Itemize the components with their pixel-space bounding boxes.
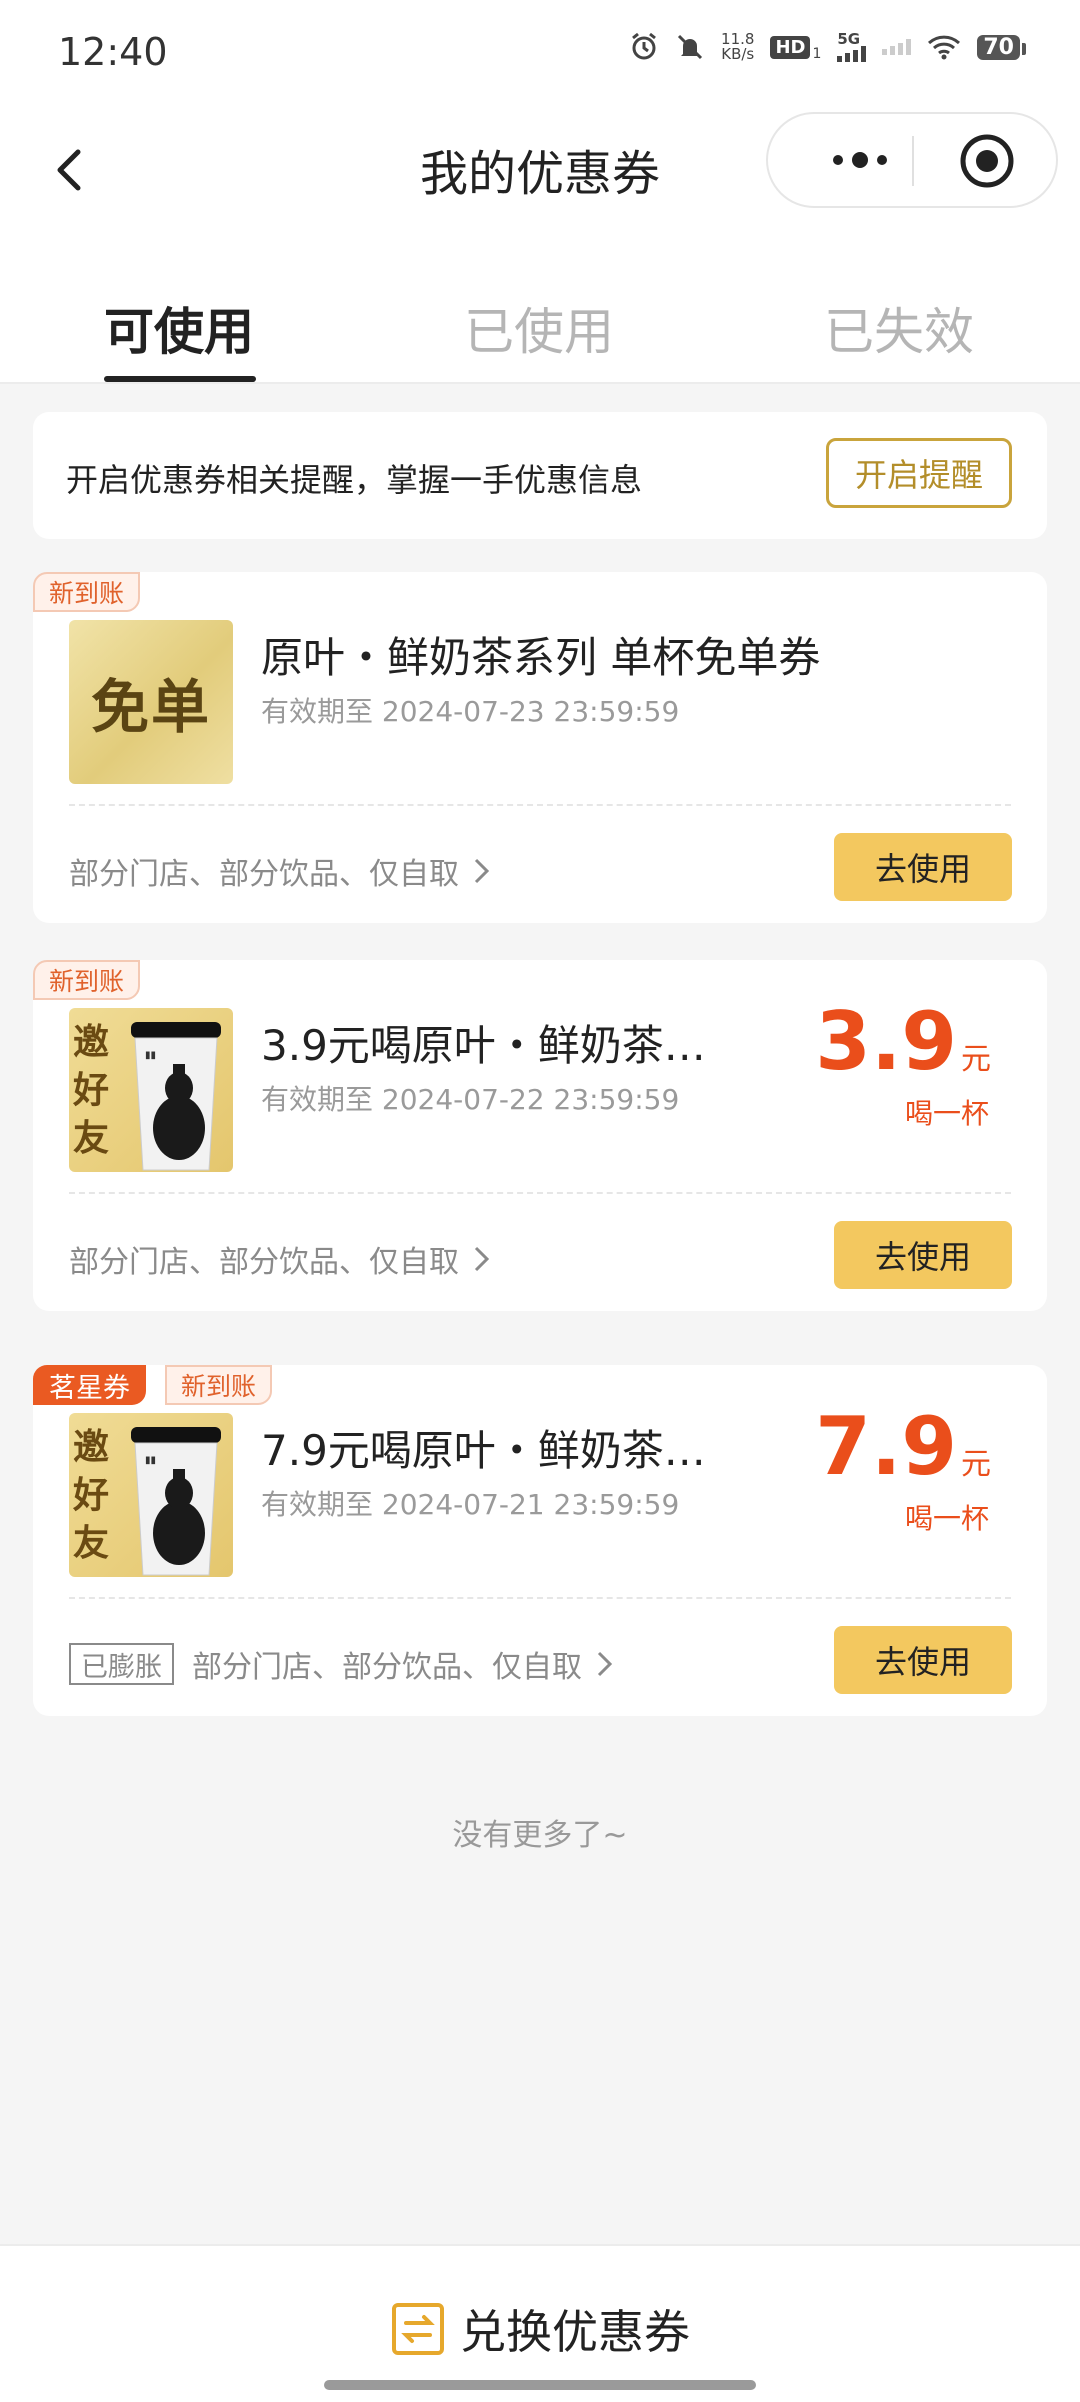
- coupon-price: 7.9 元: [815, 1407, 991, 1487]
- tab-active-indicator: [104, 376, 256, 382]
- price-description: 喝一杯: [904, 1097, 989, 1130]
- coupon-tabs: 可使用 已使用 已失效: [0, 270, 1080, 384]
- tab-used[interactable]: 已使用: [464, 292, 614, 364]
- reminder-banner: 开启优惠券相关提醒，掌握一手优惠信息 开启提醒: [33, 412, 1047, 539]
- enable-reminder-button[interactable]: 开启提醒: [826, 438, 1012, 508]
- thumbnail-text: 邀好友: [73, 1021, 110, 1159]
- status-bar: 12:40 11.8 KB/s HD 1 5G 70: [0, 0, 1080, 110]
- mute-bell-icon: [677, 34, 703, 60]
- svg-text:▮▮: ▮▮: [145, 1050, 156, 1061]
- scope-text: 部分门店、部分饮品、仅自取: [69, 1245, 459, 1280]
- wifi-icon: [928, 35, 961, 60]
- use-coupon-button[interactable]: 去使用: [834, 1221, 1012, 1289]
- coupon-price: 3.9 元: [815, 1002, 991, 1082]
- coupon-scope[interactable]: 部分门店、部分饮品、仅自取: [69, 849, 491, 893]
- chevron-right-icon: [474, 858, 490, 884]
- price-unit: 元: [961, 1447, 991, 1482]
- status-icons: 11.8 KB/s HD 1 5G 70: [629, 30, 1026, 62]
- price-description: 喝一杯: [904, 1502, 989, 1535]
- tab-usable[interactable]: 可使用: [104, 292, 254, 364]
- new-arrival-tag: 新到账: [33, 572, 141, 612]
- milk-tea-cup-image: ▮▮: [131, 1022, 221, 1171]
- coupon-thumbnail: 邀好友 ▮▮: [69, 1413, 233, 1577]
- net-speed-unit: KB/s: [721, 45, 755, 63]
- close-miniprogram-icon[interactable]: [958, 132, 1016, 190]
- hd-icon: HD: [770, 35, 811, 59]
- signal-label: 5G: [837, 30, 861, 48]
- redeem-label: 兑换优惠券: [460, 2305, 690, 2359]
- coupon-expire: 有效期至 2024-07-21 23:59:59: [261, 1488, 680, 1521]
- reminder-text: 开启优惠券相关提醒，掌握一手优惠信息: [66, 461, 643, 499]
- coupon-card[interactable]: 新到账 茗星券 邀好友 ▮▮ 7.9元喝原叶・鲜奶茶… 有效期至 2024-07…: [33, 1365, 1047, 1716]
- chevron-right-icon: [474, 1246, 490, 1272]
- milk-tea-cup-image: ▮▮: [131, 1427, 221, 1576]
- coupon-card[interactable]: 新到账 免单 原叶・鲜奶茶系列 单杯免单券 有效期至 2024-07-23 23…: [33, 572, 1047, 923]
- star-coupon-tag: 茗星券: [33, 1365, 146, 1405]
- exchange-icon: [392, 2303, 444, 2355]
- divider: [69, 1192, 1011, 1194]
- coupon-title: 3.9元喝原叶・鲜奶茶…: [261, 1021, 706, 1070]
- net-speed: 11.8 KB/s: [721, 32, 754, 62]
- coupon-card[interactable]: 新到账 邀好友 ▮▮ 3.9元喝原叶・鲜奶茶… 有效期至 2024-07-22 …: [33, 960, 1047, 1311]
- coupon-scope[interactable]: 已膨胀 部分门店、部分饮品、仅自取: [69, 1642, 614, 1686]
- use-coupon-button[interactable]: 去使用: [834, 1626, 1012, 1694]
- bottom-bar: 兑换优惠券: [0, 2244, 1080, 2402]
- coupon-title: 7.9元喝原叶・鲜奶茶…: [261, 1426, 706, 1475]
- more-icon[interactable]: [808, 136, 918, 184]
- svg-text:▮▮: ▮▮: [145, 1455, 156, 1466]
- price-value: 7.9: [815, 1400, 957, 1493]
- signal-5g: 5G: [837, 30, 867, 62]
- price-value: 3.9: [815, 995, 957, 1088]
- signal-bars-icon: [837, 46, 867, 62]
- hd-sub: 1: [812, 46, 822, 62]
- status-time: 12:40: [58, 30, 168, 74]
- price-unit: 元: [961, 1042, 991, 1077]
- scope-text: 部分门店、部分饮品、仅自取: [69, 857, 459, 892]
- coupon-thumbnail: 免单: [69, 620, 233, 784]
- capsule-divider: [912, 136, 914, 186]
- alarm-icon: [632, 32, 656, 60]
- home-indicator[interactable]: [324, 2380, 756, 2390]
- coupon-title: 原叶・鲜奶茶系列 单杯免单券: [261, 633, 821, 682]
- mini-program-capsule: [766, 112, 1058, 208]
- coupon-expire: 有效期至 2024-07-22 23:59:59: [261, 1083, 680, 1116]
- coupon-expire: 有效期至 2024-07-23 23:59:59: [261, 695, 680, 728]
- new-arrival-tag: 新到账: [33, 960, 141, 1000]
- thumbnail-text: 免单: [90, 673, 211, 741]
- battery-icon: 70: [977, 34, 1026, 60]
- use-coupon-button[interactable]: 去使用: [834, 833, 1012, 901]
- scope-text: 部分门店、部分饮品、仅自取: [192, 1650, 582, 1685]
- coupon-thumbnail: 邀好友 ▮▮: [69, 1008, 233, 1172]
- end-of-list-text: 没有更多了~: [452, 1818, 628, 1853]
- tab-expired[interactable]: 已失效: [824, 292, 974, 364]
- expanded-badge: 已膨胀: [69, 1643, 174, 1685]
- thumbnail-text: 邀好友: [73, 1426, 110, 1564]
- divider: [69, 804, 1011, 806]
- nav-bar: 我的优惠券: [0, 110, 1080, 270]
- signal-bars-empty-icon: [882, 39, 912, 55]
- coupon-scope[interactable]: 部分门店、部分饮品、仅自取: [69, 1237, 491, 1281]
- new-arrival-tag: 新到账: [165, 1365, 273, 1405]
- chevron-right-icon: [597, 1651, 613, 1677]
- redeem-coupon-button[interactable]: 兑换优惠券: [0, 2296, 1080, 2362]
- divider: [69, 1597, 1011, 1599]
